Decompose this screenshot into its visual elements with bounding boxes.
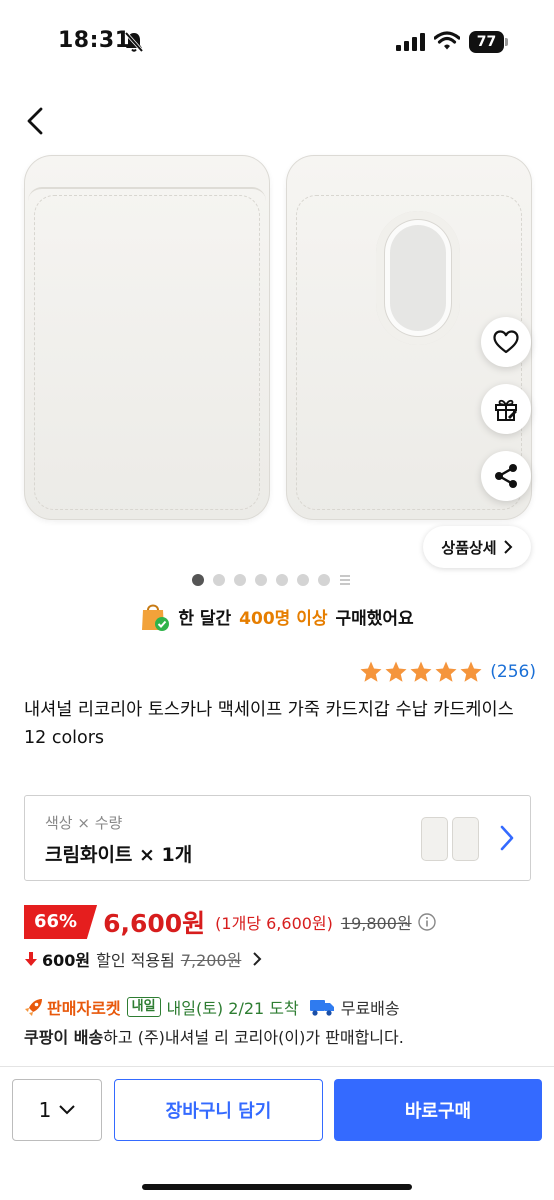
shopping-bag-check-icon [142, 604, 170, 631]
share-button[interactable] [481, 451, 531, 501]
option-value: 크림화이트 × 1개 [45, 844, 193, 866]
buy-now-button[interactable]: 바로구매 [334, 1079, 542, 1141]
status-time: 18:31 [58, 28, 131, 53]
wallet-finger-window [376, 211, 460, 345]
bottom-action-bar: 1 장바구니 담기 바로구매 [0, 1066, 554, 1200]
seller-info: 쿠팡이 배송 하고 (주)내셔널 리 코리아(이)가 판매합니다. [24, 1022, 404, 1050]
wishlist-button[interactable] [481, 317, 531, 367]
seller-rocket-label: 판매자로켓 [47, 999, 121, 1018]
rocket-icon [25, 999, 42, 1016]
carousel-dot[interactable] [297, 574, 309, 586]
grid-view-icon[interactable] [339, 574, 351, 586]
arrival-date: 내일(토) 2/21 도착 [166, 999, 299, 1018]
delivery-type: 쿠팡이 배송 [24, 1028, 104, 1047]
quantity-select[interactable]: 1 [12, 1079, 102, 1141]
banner-prefix: 한 달간 [178, 608, 232, 629]
discount-row[interactable]: 600원 할인 적용됨 7,200원 [24, 946, 263, 972]
product-image[interactable] [0, 140, 554, 540]
product-title: 내셔널 리코리아 토스카나 맥세이프 가죽 카드지갑 수납 카드케이스 12 c… [24, 700, 514, 748]
carousel-dot[interactable] [276, 574, 288, 586]
banner-suffix: 구매했어요 [335, 608, 414, 629]
battery-indicator: 77 [469, 31, 509, 53]
rating[interactable]: (256) [359, 660, 536, 684]
carousel-dot[interactable] [234, 574, 246, 586]
battery-level: 77 [469, 31, 504, 53]
wifi-icon [434, 31, 460, 50]
product-detail-label: 상품상세 [441, 538, 497, 557]
star-icon [435, 661, 457, 682]
chevron-left-icon [27, 107, 43, 135]
carousel-dot[interactable] [318, 574, 330, 586]
unit-price: (1개당 6,600원) [215, 914, 333, 933]
carousel-dot[interactable] [255, 574, 267, 586]
star-icon [410, 661, 432, 682]
purchase-count-banner: 한 달간 400명 이상 구매했어요 [0, 596, 554, 636]
discount-amount: 600원 [42, 951, 91, 970]
option-thumbnail [421, 817, 479, 861]
star-icon [460, 661, 482, 682]
arrow-down-icon [25, 952, 37, 966]
star-icon [385, 661, 407, 682]
status-bar: 18:31 77 [0, 0, 554, 86]
option-label: 색상 × 수량 [45, 814, 123, 832]
free-shipping: 무료배송 [340, 999, 400, 1018]
cellular-signal-icon [396, 33, 425, 51]
original-price: 19,800원 [340, 914, 412, 933]
price-row: 66% 6,600원 (1개당 6,600원) 19,800원 [24, 902, 436, 942]
product-detail-button[interactable]: 상품상세 [423, 526, 531, 568]
discount-text: 할인 적용됨 [96, 951, 175, 970]
discount-before-price: 7,200원 [180, 951, 242, 970]
star-icon [360, 661, 382, 682]
chevron-right-icon [503, 540, 513, 554]
quantity-value: 1 [38, 1098, 52, 1122]
sale-price: 6,600원 [103, 909, 206, 938]
back-button[interactable] [18, 104, 52, 138]
carousel-dot[interactable] [213, 574, 225, 586]
add-to-cart-button[interactable]: 장바구니 담기 [114, 1079, 323, 1141]
bell-off-icon [124, 31, 144, 53]
chevron-right-icon [253, 952, 262, 966]
chevron-right-icon [500, 825, 514, 851]
carousel-dot[interactable] [192, 574, 204, 586]
chevron-down-icon [59, 1105, 76, 1115]
gift-icon [495, 399, 517, 421]
tomorrow-badge: 내일 [126, 997, 161, 1017]
truck-icon [309, 1000, 334, 1016]
shipping-row: 판매자로켓 내일 내일(토) 2/21 도착 무료배송 [24, 994, 400, 1020]
wallet-front-image [24, 155, 270, 520]
heart-icon [493, 330, 519, 354]
discount-rate-badge: 66% [24, 905, 98, 939]
info-icon[interactable] [417, 913, 436, 931]
carousel-indicator[interactable] [192, 574, 351, 586]
seller-text: 하고 (주)내셔널 리 코리아(이)가 판매합니다. [103, 1028, 404, 1047]
share-icon [495, 464, 517, 488]
option-selector[interactable]: 색상 × 수량 크림화이트 × 1개 [24, 795, 531, 881]
home-indicator[interactable] [142, 1184, 412, 1190]
review-count-link[interactable]: (256) [490, 662, 536, 682]
banner-highlight: 400명 이상 [239, 608, 328, 629]
gift-button[interactable] [481, 384, 531, 434]
